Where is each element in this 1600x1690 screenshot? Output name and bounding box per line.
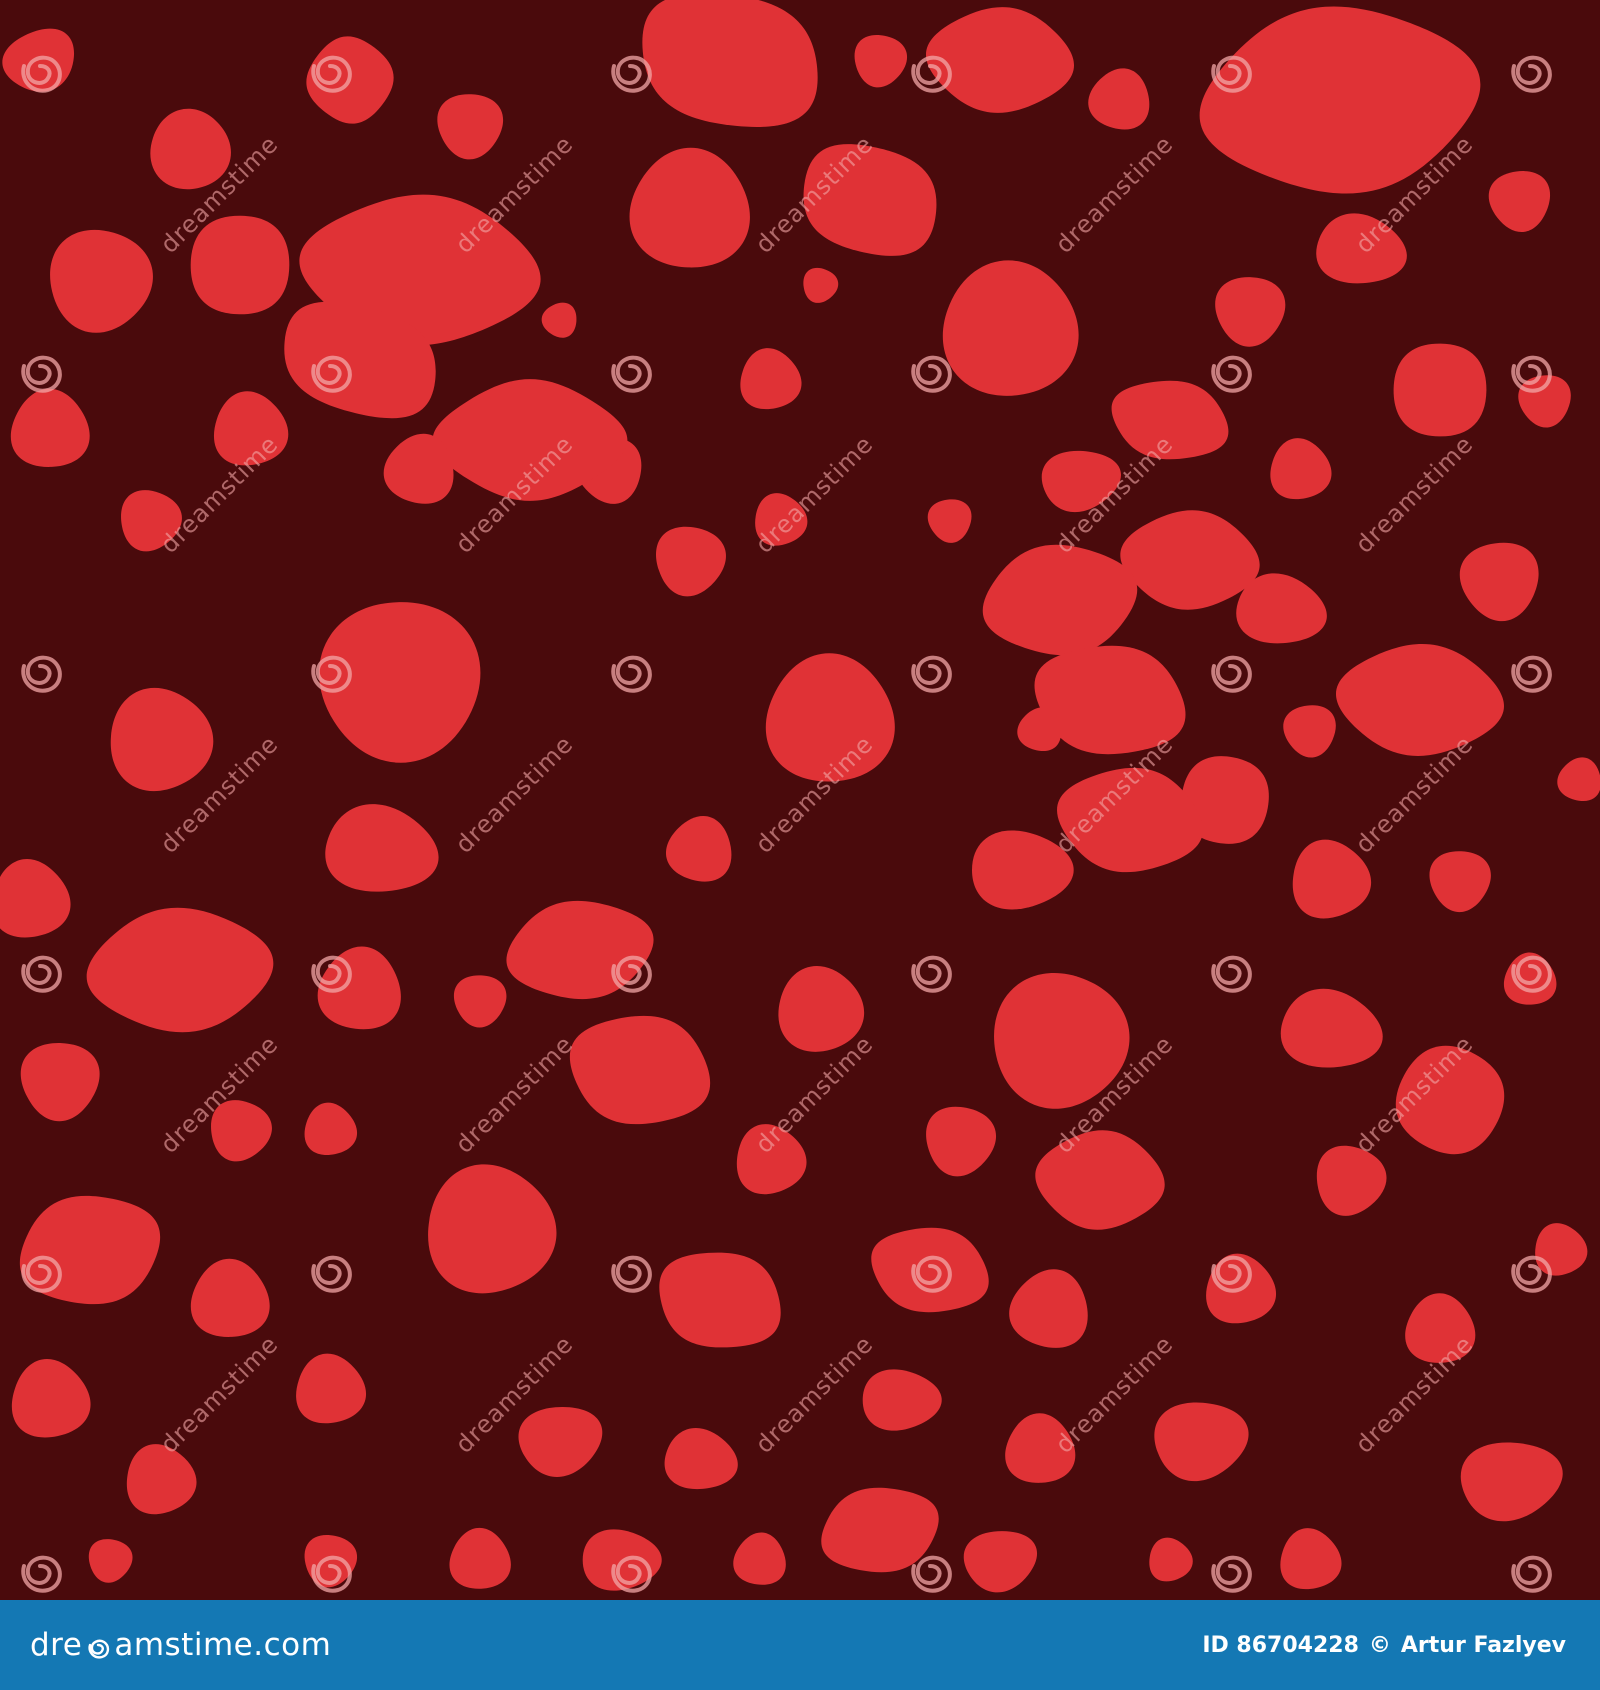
brand-suffix: amstime.com: [114, 1627, 332, 1663]
stock-image-frame: dreamstime dreamstime dreamstime dreamstime…: [0, 0, 1600, 1690]
author-name: Artur Fazlyev: [1400, 1632, 1566, 1658]
pebble-pattern: dreamstime dreamstime dreamstime dreamstime…: [0, 0, 1600, 1600]
image-credit: ID 86704228 © Artur Fazlyev: [1202, 1633, 1566, 1658]
image-id: ID 86704228: [1202, 1632, 1359, 1658]
footer-bar: dre amstime.com ID 86704228 © Artur Fazl…: [0, 1600, 1600, 1690]
pebble-shape: [1393, 343, 1487, 437]
brand-prefix: dre: [30, 1627, 83, 1663]
pebble-shape: [190, 215, 290, 315]
spiral-icon: [83, 1632, 113, 1662]
pebble-shape: [659, 1252, 781, 1348]
copyright-symbol: ©: [1368, 1632, 1391, 1658]
brand-logo-text: dre amstime.com: [30, 1627, 331, 1663]
